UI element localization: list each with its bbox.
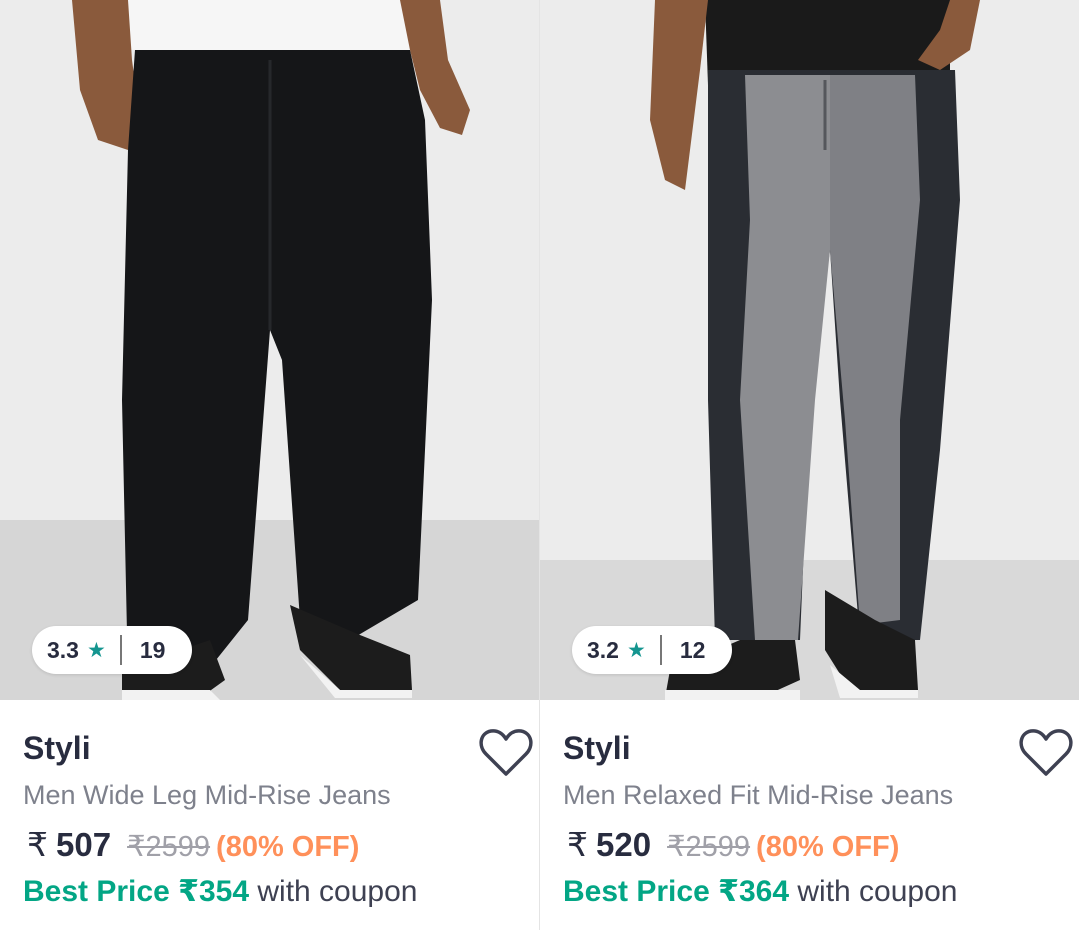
product-name: Men Relaxed Fit Mid-Rise Jeans [563,780,954,810]
coupon-text: with coupon [257,875,418,908]
review-count: 12 [679,636,706,663]
original-price: ₹2599 [127,831,211,863]
product-brand: Styli [563,730,631,766]
currency-symbol: ₹ [27,826,48,863]
rating-divider [119,635,122,665]
rating-badge[interactable]: 3.2 ★ 12 [572,626,732,674]
best-price-line: Best Price ₹364 with coupon [563,874,957,909]
review-count: 19 [139,636,166,663]
discount-percent: (80% OFF) [216,831,360,863]
product-photo-grey-jeans [540,0,1079,700]
price-row: ₹ 507 ₹2599 (80% OFF) [27,825,359,864]
best-price-line: Best Price ₹354 with coupon [23,874,417,909]
rating-value: 3.2 [587,636,619,663]
product-photo-black-jeans [0,0,539,700]
best-price: Best Price ₹364 [563,875,790,908]
star-icon: ★ [626,638,646,662]
rating-value: 3.3 [47,636,79,663]
selling-price: 507 [56,826,112,863]
wishlist-heart-icon[interactable] [1018,726,1074,780]
wishlist-heart-icon[interactable] [478,726,534,780]
coupon-text: with coupon [797,875,958,908]
original-price: ₹2599 [667,831,751,863]
product-card[interactable]: 3.2 ★ 12 Styli Men Relaxed Fit Mid-Rise … [540,0,1079,930]
price-row: ₹ 520 ₹2599 (80% OFF) [567,825,899,864]
star-icon: ★ [86,638,106,662]
best-price: Best Price ₹354 [23,875,250,908]
discount-percent: (80% OFF) [756,831,900,863]
currency-symbol: ₹ [567,826,588,863]
product-brand: Styli [23,730,91,766]
rating-badge[interactable]: 3.3 ★ 19 [32,626,192,674]
product-image[interactable] [0,0,539,700]
product-name: Men Wide Leg Mid-Rise Jeans [23,780,391,810]
rating-divider [659,635,662,665]
product-card[interactable]: 3.3 ★ 19 Styli Men Wide Leg Mid-Rise Jea… [0,0,539,930]
selling-price: 520 [596,826,652,863]
product-image[interactable] [540,0,1079,700]
